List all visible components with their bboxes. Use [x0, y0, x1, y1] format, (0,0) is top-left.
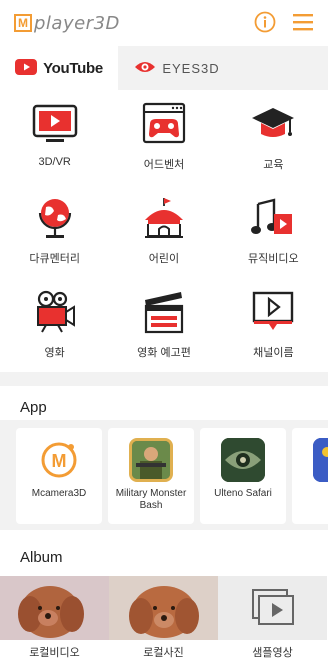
- app-section-title: App: [20, 399, 47, 416]
- app-logo: M player3D: [14, 13, 120, 34]
- app-carousel[interactable]: M Mcamera3D Military Monster Bash Ulteno…: [0, 420, 328, 530]
- app-name: Military Monster Bash: [115, 488, 187, 511]
- album-label: 로컬비디오: [29, 647, 80, 659]
- app-card-mcamera[interactable]: M Mcamera3D: [16, 428, 102, 524]
- local-photo-thumbnail: [109, 576, 218, 640]
- app-card-aq[interactable]: Aq: [292, 428, 328, 524]
- local-video-thumbnail: [0, 576, 109, 640]
- source-tabs: YouTube EYES3D: [0, 46, 328, 90]
- info-icon[interactable]: [252, 8, 278, 36]
- app-header: M player3D: [0, 0, 328, 46]
- clapperboard-icon: [139, 288, 189, 336]
- category-label: 어드벤처: [143, 159, 185, 171]
- category-label: 어린이: [148, 253, 180, 265]
- app-name: Mcamera3D: [31, 488, 87, 499]
- section-divider: [0, 372, 328, 386]
- app-name: Ulteno Safari: [214, 488, 272, 499]
- music-note-icon: [248, 194, 298, 242]
- category-label: 3D/VR: [38, 156, 71, 168]
- logo-text: player3D: [34, 12, 120, 34]
- mcamera-icon: M: [37, 438, 81, 482]
- album-item-local-photo[interactable]: 로컬사진: [109, 576, 218, 660]
- tab-eyes3d[interactable]: EYES3D: [118, 46, 236, 90]
- category-kids[interactable]: 어린이: [109, 194, 218, 266]
- graduation-cap-icon: [248, 100, 298, 148]
- globe-icon: [30, 194, 80, 242]
- youtube-icon: [15, 58, 38, 78]
- category-trailer[interactable]: 영화 예고편: [109, 288, 218, 360]
- military-icon: [129, 438, 173, 482]
- movie-camera-icon: [30, 288, 80, 336]
- category-documentary[interactable]: 다큐멘터리: [0, 194, 109, 266]
- category-label: 영화 예고편: [137, 347, 191, 359]
- category-3dvr[interactable]: 3D/VR: [0, 100, 109, 172]
- category-grid: 3D/VR 어드벤처 교육 다큐멘터리 어린이 뮤직비디오 영화 영화 예고편 …: [0, 100, 328, 360]
- logo-mark: M: [14, 14, 32, 32]
- category-channel[interactable]: 채널이름: [219, 288, 328, 360]
- gamepad-icon: [139, 100, 189, 148]
- album-label: 샘플영상: [252, 647, 293, 659]
- album-section-title: Album: [20, 549, 63, 566]
- safari-icon: [221, 438, 265, 482]
- album-row: 로컬비디오 로컬사진 샘플영상: [0, 576, 328, 660]
- app-card-safari[interactable]: Ulteno Safari: [200, 428, 286, 524]
- album-label: 로컬사진: [143, 647, 184, 659]
- category-label: 교육: [263, 159, 284, 171]
- svg-text:M: M: [52, 451, 67, 471]
- tab-youtube-label: YouTube: [43, 59, 103, 77]
- category-label: 다큐멘터리: [29, 253, 80, 265]
- app-card-military[interactable]: Military Monster Bash: [108, 428, 194, 524]
- category-movie[interactable]: 영화: [0, 288, 109, 360]
- menu-icon[interactable]: [290, 8, 316, 36]
- category-education[interactable]: 교육: [219, 100, 328, 172]
- tv-play-icon: [30, 100, 80, 148]
- tab-youtube[interactable]: YouTube: [0, 46, 118, 90]
- category-music-video[interactable]: 뮤직비디오: [219, 194, 328, 266]
- album-item-local-video[interactable]: 로컬비디오: [0, 576, 109, 660]
- category-adventure[interactable]: 어드벤처: [109, 100, 218, 172]
- category-label: 영화: [44, 347, 65, 359]
- section-spacer: [0, 530, 328, 540]
- tent-icon: [139, 194, 189, 242]
- tab-eyes3d-label: EYES3D: [162, 60, 220, 76]
- aq-icon: [313, 438, 328, 482]
- album-item-sample-video[interactable]: 샘플영상: [218, 576, 327, 660]
- sample-video-thumbnail: [218, 576, 327, 640]
- category-label: 뮤직비디오: [248, 253, 299, 265]
- eyes3d-icon: [134, 59, 156, 78]
- video-stack-icon: [251, 589, 294, 625]
- category-label: 채널이름: [253, 347, 294, 359]
- channel-play-icon: [248, 288, 298, 336]
